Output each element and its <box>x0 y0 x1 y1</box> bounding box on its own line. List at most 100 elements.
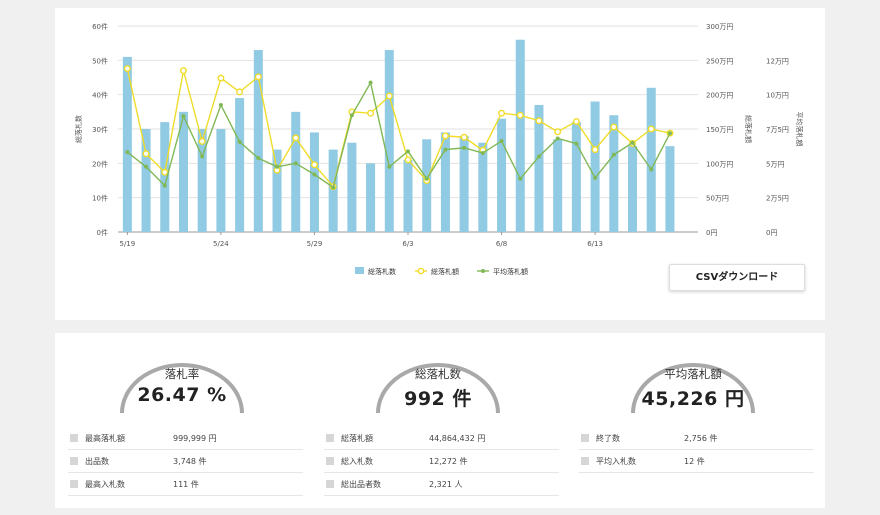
line-point <box>574 141 579 146</box>
line-point <box>275 164 280 169</box>
y-left-tick-label: 0件 <box>97 228 108 237</box>
stat-row-label: 総出品者数 <box>341 480 381 489</box>
legend-label: 平均落札額 <box>493 267 528 276</box>
bar <box>571 122 581 232</box>
bar <box>235 98 245 232</box>
y-right-tick-label: 2万5円 <box>766 195 789 203</box>
line-point <box>256 156 261 161</box>
bar <box>160 122 170 232</box>
x-tick-label: 5/24 <box>213 240 229 248</box>
y-mid-axis-title: 総落札額 <box>744 115 753 143</box>
legend-swatch-marker <box>417 267 425 275</box>
y-left-tick-label: 10件 <box>92 194 108 203</box>
stat-row-label: 平均入札数 <box>596 457 636 466</box>
y-left-tick-label: 40件 <box>92 91 108 100</box>
bar <box>366 163 376 232</box>
line-point <box>217 74 225 82</box>
bar <box>328 149 338 232</box>
line-point <box>591 146 599 154</box>
stat-title: 総落札数 <box>415 367 461 381</box>
bar <box>384 50 394 233</box>
line-point <box>123 65 131 73</box>
bullet-square <box>581 434 589 442</box>
y-left-tick-label: 20件 <box>92 159 108 168</box>
stat-row-value: 2,321 人 <box>429 480 463 489</box>
csv-download-button[interactable]: CSVダウンロード <box>669 264 805 291</box>
line-point <box>368 80 373 85</box>
stat-row-label: 終了数 <box>596 434 620 443</box>
line-point <box>254 73 262 81</box>
bar <box>609 115 619 232</box>
bar <box>553 139 563 232</box>
stat-rows: 終了数 2,756 件 平均入札数 12 件 <box>579 427 814 473</box>
line-point <box>161 168 169 176</box>
chart-panel: 0件 10件 20件 30件 40件 50件 60件 0円 50万円 100万円 150万円 200万… <box>55 8 825 320</box>
stat-row-value: 44,864,432 円 <box>429 434 486 443</box>
y-left-tick-label: 60件 <box>92 22 108 31</box>
line-point <box>535 117 543 125</box>
bar <box>628 146 638 232</box>
stat-row: 総落札額 44,864,432 円 <box>324 427 559 450</box>
stat-block-total-count: 総落札数 992 件 総落札額 44,864,432 円 総入札数 12,272 件… <box>311 333 561 508</box>
bullet-square <box>70 457 78 465</box>
line-point <box>198 137 206 145</box>
bar <box>422 139 432 232</box>
stat-rows: 総落札額 44,864,432 円 総入札数 12,272 件 総出品者数 2,321… <box>324 427 559 496</box>
bar <box>291 111 301 232</box>
stat-row: 平均入札数 12 件 <box>579 450 814 473</box>
line-point <box>237 139 242 144</box>
x-tick-label: 6/8 <box>496 240 507 248</box>
bar <box>497 118 507 232</box>
line-point <box>162 183 167 188</box>
bullet-square <box>326 434 334 442</box>
stat-row: 終了数 2,756 件 <box>579 427 814 450</box>
stat-value: 45,226 円 <box>641 388 745 410</box>
bar <box>459 135 469 232</box>
line-point <box>179 67 187 75</box>
line-point <box>406 149 410 154</box>
line-point <box>424 176 429 181</box>
stat-row: 最高落札額 999,999 円 <box>68 427 303 450</box>
y-mid-tick-label: 150万円 <box>706 126 733 134</box>
stat-title: 平均落札額 <box>664 367 722 381</box>
line-point <box>460 133 468 141</box>
legend-swatch-marker <box>481 269 485 273</box>
line-point <box>443 147 448 152</box>
line-point <box>331 185 336 190</box>
line-point <box>611 152 616 157</box>
stat-row-value: 12,272 件 <box>429 457 468 466</box>
x-tick-label: 6/13 <box>587 240 603 248</box>
line-point <box>236 88 244 96</box>
bar <box>665 146 675 232</box>
stat-row-label: 総落札額 <box>341 434 373 443</box>
line-point <box>349 113 354 118</box>
line-point <box>181 114 186 119</box>
line-point <box>200 154 205 159</box>
y-mid-tick-label: 200万円 <box>706 92 733 100</box>
legend-label: 総落札数 <box>368 267 396 276</box>
series-line <box>126 68 671 189</box>
legend-label: 総落札額 <box>431 267 459 276</box>
line-point <box>312 172 317 177</box>
line-point <box>518 176 523 181</box>
y-right-axis-title: 平均落札額 <box>795 112 804 147</box>
stat-row-value: 12 件 <box>684 457 705 466</box>
bar <box>590 101 600 233</box>
y-right-tick-label: 0円 <box>766 229 777 237</box>
y-left-tick-label: 50件 <box>92 56 108 65</box>
bar <box>403 159 413 232</box>
stat-block-success-rate: 落札率 26.47 % 最高落札額 999,999 円 出品数 3,748 件 最高… <box>55 333 305 508</box>
line-point <box>499 139 504 144</box>
stat-row-value: 999,999 円 <box>173 434 217 443</box>
y-mid-tick-label: 300万円 <box>706 23 733 31</box>
y-right-tick-label: 10万円 <box>766 92 789 100</box>
line-point <box>367 109 375 117</box>
line-point <box>572 117 580 125</box>
y-right-tick-label: 12万円 <box>766 57 789 65</box>
y-left-tick-label: 30件 <box>92 125 108 134</box>
line-point <box>293 161 298 166</box>
line-point <box>142 150 150 158</box>
bullet-square <box>581 457 589 465</box>
x-tick-label: 6/3 <box>402 240 413 248</box>
stat-row: 最高入札数 111 件 <box>68 473 303 496</box>
